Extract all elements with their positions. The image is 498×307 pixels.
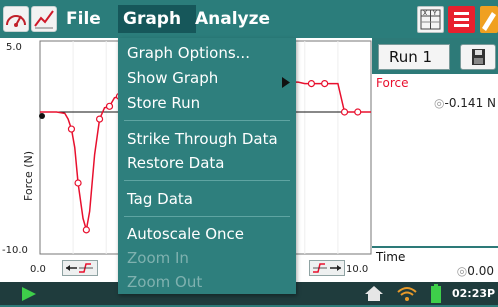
menu-item-zoom-out: Zoom Out [127,273,203,291]
save-icon[interactable] [460,44,496,70]
scroll-left-button[interactable] [62,260,98,276]
data-point-marker [354,108,362,116]
force-meter-value: ◎-0.141 N [434,96,496,110]
battery-icon [430,284,442,307]
zero-sensor-icon: ◎ [434,96,445,110]
menu-analyze[interactable]: Analyze [190,5,275,33]
time-meter-label: Time [376,250,406,264]
data-point-marker [105,102,114,110]
force-meter-label: Force [376,76,409,90]
start-collect-button[interactable] [14,286,42,302]
data-point-marker [321,79,329,88]
x-max-label: 10.0 [346,264,369,275]
menu-item-zoom-in: Zoom In [127,249,189,267]
home-icon[interactable] [364,285,384,306]
run-selector-button[interactable]: Run 1 [378,44,450,70]
data-point-marker [82,226,90,234]
data-point-marker [95,115,104,123]
data-point-marker [67,125,76,133]
time-meter-value: ◎0.00 [456,264,494,278]
data-point-marker [307,79,316,88]
menu-item-graph-options[interactable]: Graph Options... [127,42,250,64]
gauge-icon[interactable] [3,6,29,32]
menu-item-tag-data[interactable]: Tag Data [127,188,193,210]
force-meter[interactable]: Force ◎-0.141 N [372,74,498,246]
table-view-icon[interactable]: X Y [417,6,444,33]
wifi-icon [396,285,418,306]
submenu-arrow-icon [282,73,290,92]
menu-separator [124,120,290,121]
graph-menu-dropdown: Graph Options... Show Graph Store Run St… [118,38,296,294]
meter-panel: Run 1 Force ◎-0.141 N Time ◎0.00 [372,38,498,282]
time-meter[interactable]: Time ◎0.00 [372,248,498,282]
menu-item-show-graph[interactable]: Show Graph [127,67,218,89]
menu-separator [124,216,290,217]
menu-file[interactable]: File [61,5,106,33]
menu-item-strike-through-data[interactable]: Strike Through Data [127,128,278,150]
menu-separator [124,180,290,181]
menu-item-autoscale-once[interactable]: Autoscale Once [127,223,244,245]
clock: 02:23P [452,287,496,300]
svg-text:Y: Y [432,10,437,17]
graph-view-icon[interactable] [31,6,57,32]
menu-item-restore-data[interactable]: Restore Data [127,152,225,174]
menu-graph[interactable]: Graph [118,5,196,33]
menu-bar: File Graph Analyze X Y [0,0,498,38]
svg-text:X: X [423,10,427,17]
data-point-marker [340,108,349,116]
notes-icon[interactable] [448,6,475,33]
x-min-label: 0.0 [30,264,46,275]
tools-icon[interactable] [480,6,498,33]
cursor-dot-left [39,113,45,119]
scroll-right-button[interactable] [309,260,345,276]
menu-item-store-run[interactable]: Store Run [127,92,200,114]
zero-time-icon: ◎ [456,264,468,278]
data-point-marker [74,179,82,187]
